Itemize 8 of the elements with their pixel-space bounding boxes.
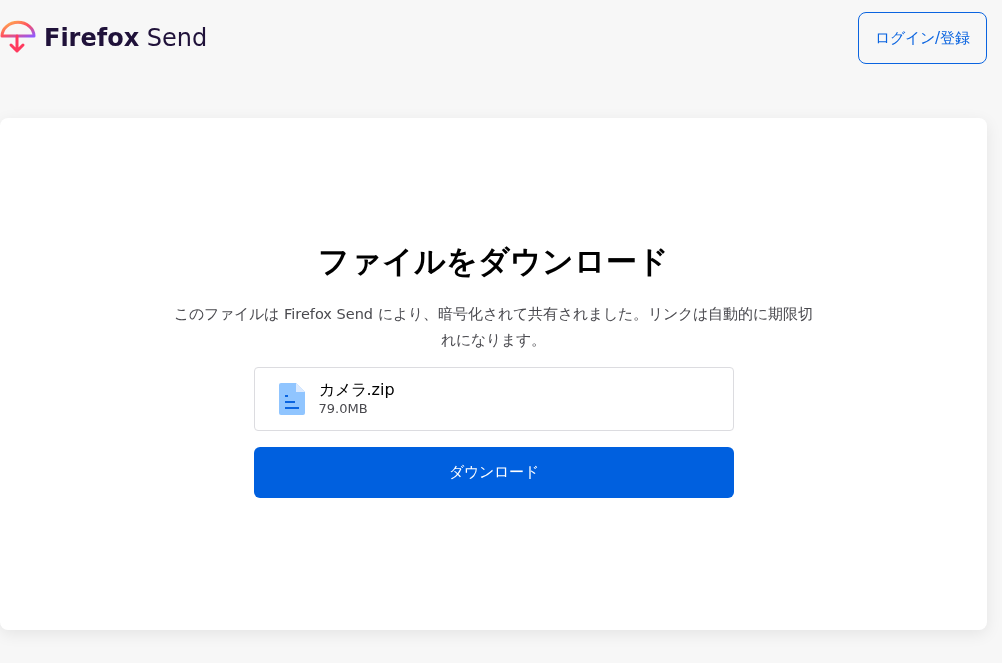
- login-button[interactable]: ログイン/登録: [857, 12, 987, 64]
- file-size: 79.0MB: [318, 399, 369, 418]
- brand-name: Firefox Send: [44, 26, 208, 50]
- document-icon: [278, 382, 305, 415]
- file-name: カメラ.zip: [318, 379, 395, 400]
- download-button[interactable]: ダウンロード: [253, 446, 734, 498]
- page-title: ファイルをダウンロード: [318, 242, 669, 281]
- description: このファイルは Firefox Send により、暗号化されて共有されました。リンクは自動的に期限切れになります。: [173, 304, 814, 350]
